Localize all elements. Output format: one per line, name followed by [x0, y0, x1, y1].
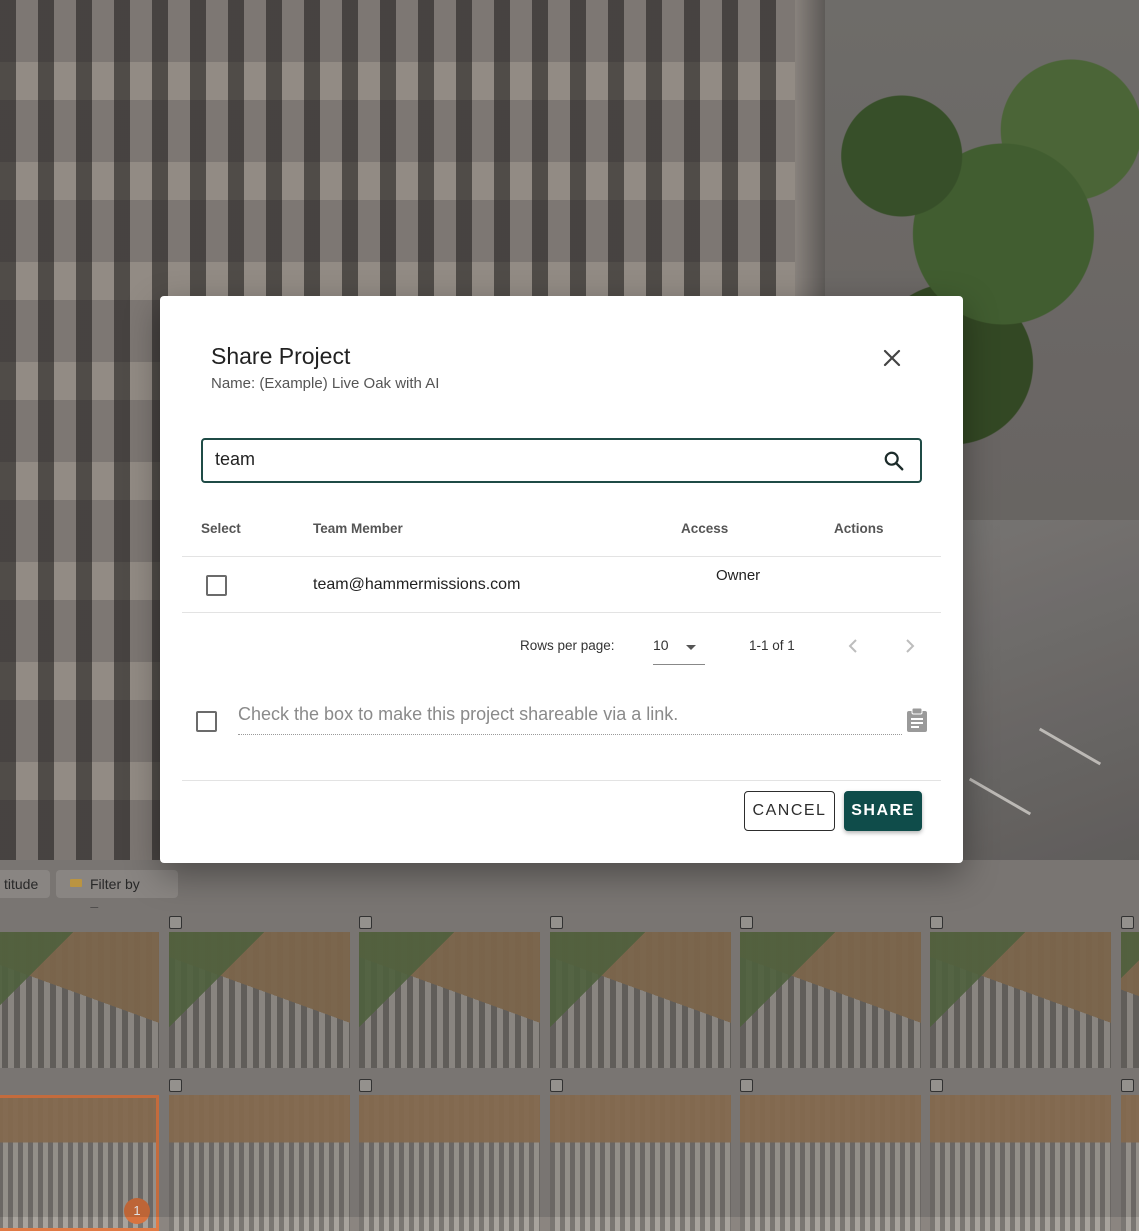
- clipboard-icon[interactable]: [906, 707, 928, 733]
- rows-per-page-select[interactable]: 10: [653, 634, 705, 665]
- rows-per-page-value: 10: [653, 637, 669, 653]
- member-email: team@hammermissions.com: [313, 576, 521, 593]
- search-icon[interactable]: [883, 450, 905, 472]
- column-header-actions: Actions: [834, 521, 884, 536]
- shareable-link-hint: Check the box to make this project share…: [238, 704, 679, 724]
- project-name: Name: (Example) Live Oak with AI: [211, 375, 440, 392]
- share-button[interactable]: SHARE: [844, 791, 922, 831]
- dialog-actions-divider: [182, 780, 941, 781]
- chevron-right-icon: [906, 639, 915, 653]
- column-header-select: Select: [201, 521, 241, 536]
- dropdown-caret-icon: [686, 645, 696, 650]
- cancel-button[interactable]: CANCEL: [744, 791, 835, 831]
- table-header-divider: [182, 556, 941, 557]
- close-icon: [883, 349, 901, 367]
- member-search-input[interactable]: [215, 449, 855, 470]
- next-page-button[interactable]: [898, 634, 922, 658]
- table-row-divider: [182, 612, 941, 613]
- pagination-range: 1-1 of 1: [749, 638, 795, 653]
- member-search-box: [201, 438, 922, 483]
- shareable-link-checkbox[interactable]: [196, 711, 217, 732]
- column-header-access: Access: [681, 521, 729, 536]
- dialog-title: Share Project: [211, 343, 351, 369]
- previous-page-button[interactable]: [841, 634, 865, 658]
- member-access: Owner: [716, 567, 761, 584]
- shareable-link-field: Check the box to make this project share…: [238, 704, 902, 735]
- close-button[interactable]: [876, 342, 908, 374]
- share-project-dialog: Share Project Name: (Example) Live Oak w…: [160, 296, 963, 863]
- column-header-team-member: Team Member: [313, 521, 403, 536]
- chevron-left-icon: [848, 639, 857, 653]
- rows-per-page-label: Rows per page:: [520, 638, 615, 653]
- select-member-checkbox[interactable]: [206, 575, 227, 596]
